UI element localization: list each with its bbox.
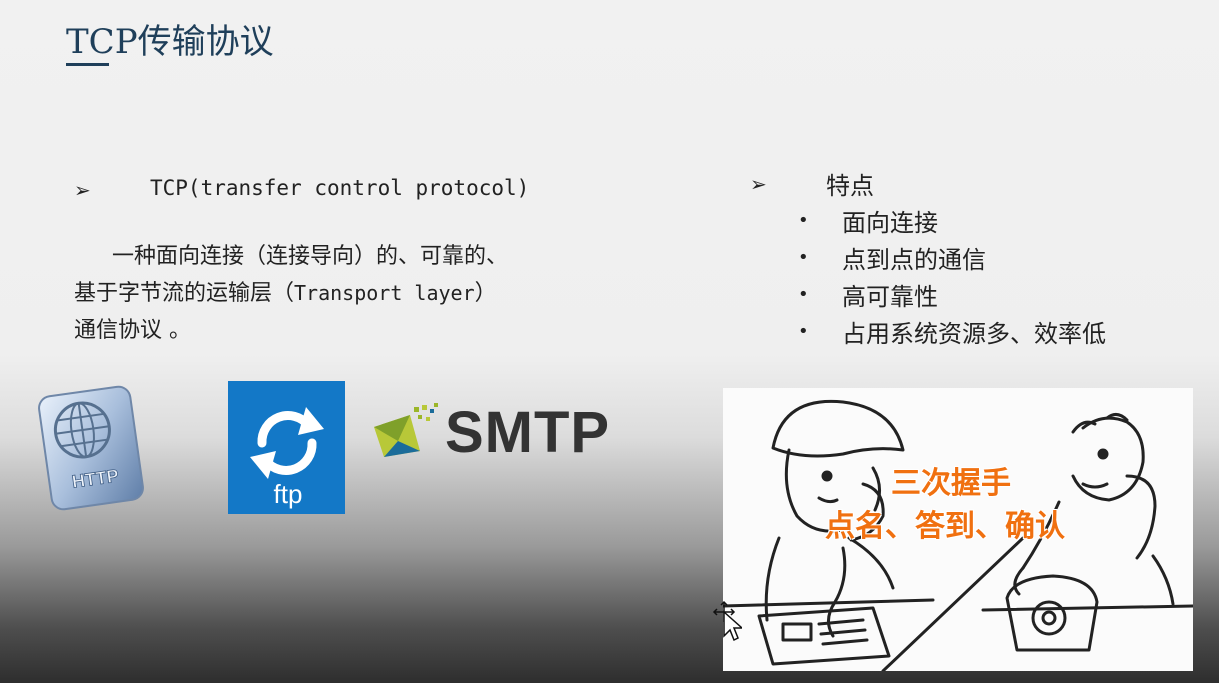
cartoon-caption-line1: 三次握手	[891, 466, 1011, 501]
handshake-cartoon: 三次握手 点名、答到、确认	[723, 388, 1193, 671]
slide-title: TCP传输协议	[66, 22, 274, 62]
list-item: • 高可靠性	[798, 276, 1106, 313]
mouse-cursor-icon	[712, 600, 744, 642]
list-item: • 面向连接	[798, 202, 1106, 239]
list-item: • 点到点的通信	[798, 239, 1106, 276]
smtp-logo-text: SMTP	[445, 400, 611, 465]
http-logo: HTTP	[33, 383, 149, 513]
description-line2-suffix: ）	[474, 281, 497, 306]
description-line1: 一种面向连接（连接导向）的、可靠的、	[112, 244, 509, 269]
arrow-bullet-icon: ➢	[750, 172, 767, 196]
bullet-icon: •	[798, 210, 809, 231]
features-title: 特点	[826, 172, 874, 200]
tcp-heading: TCP(transfer control protocol)	[150, 176, 530, 200]
title-underline	[66, 63, 109, 66]
feature-text: 占用系统资源多、效率低	[842, 320, 1106, 348]
feature-text: 高可靠性	[842, 283, 938, 311]
arrow-bullet-icon: ➢	[74, 178, 91, 202]
ftp-logo-text: ftp	[274, 479, 303, 509]
feature-list: • 面向连接 • 点到点的通信 • 高可靠性 • 占用系统资源多、效率低	[798, 202, 1106, 350]
smtp-logo: SMTP	[372, 400, 652, 465]
bullet-icon: •	[798, 247, 809, 268]
bullet-icon: •	[798, 284, 809, 305]
ftp-logo: ftp	[228, 381, 345, 514]
cartoon-caption-line2: 点名、答到、确认	[825, 509, 1065, 544]
list-item: • 占用系统资源多、效率低	[798, 313, 1106, 350]
description-line3: 通信协议 。	[74, 318, 191, 343]
tcp-description: 一种面向连接（连接导向）的、可靠的、 基于字节流的运输层（Transport l…	[74, 238, 634, 349]
feature-text: 面向连接	[842, 209, 938, 237]
bullet-icon: •	[798, 321, 809, 342]
description-line2: 基于字节流的运输层（Transport layer）	[74, 275, 634, 312]
description-line2-transport: Transport layer	[294, 281, 475, 305]
description-line2-prefix: 基于字节流的运输层（	[74, 281, 295, 306]
envelope-icon	[374, 403, 438, 457]
feature-text: 点到点的通信	[842, 246, 986, 274]
